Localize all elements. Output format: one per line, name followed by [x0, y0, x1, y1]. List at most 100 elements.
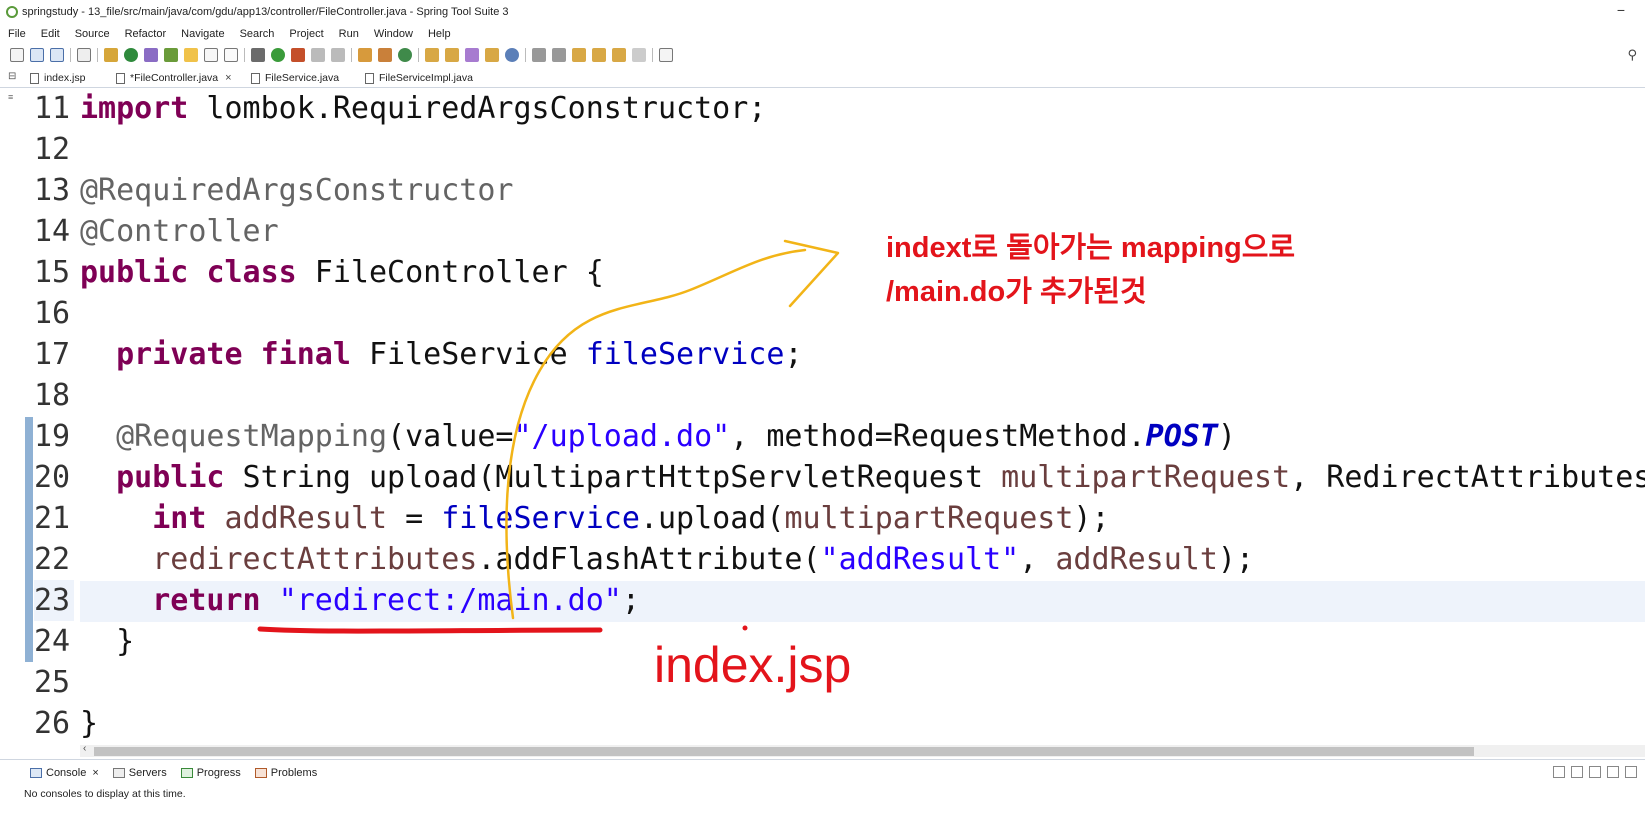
print-icon[interactable]	[77, 48, 91, 62]
refresh-icon[interactable]	[164, 48, 178, 62]
open-folder-icon[interactable]	[425, 48, 439, 62]
tab-fileservice-java[interactable]: FileService.java	[251, 69, 339, 87]
web-browser-icon[interactable]	[505, 48, 519, 62]
line-number: 17	[34, 337, 71, 372]
new-java-project-icon[interactable]	[358, 48, 372, 62]
next-annotation-icon[interactable]	[532, 48, 546, 62]
menu-refactor[interactable]: Refactor	[125, 28, 167, 40]
code-line[interactable]	[80, 293, 1645, 334]
tab-console[interactable]: Console ×	[30, 767, 99, 779]
debug-icon[interactable]	[251, 48, 265, 62]
code-line[interactable]: public class FileController {	[80, 252, 1645, 293]
code-token: addResult	[224, 501, 388, 536]
menu-navigate[interactable]: Navigate	[181, 28, 224, 40]
save-all-icon[interactable]	[50, 48, 64, 62]
toggle-block-selection-icon[interactable]	[204, 48, 218, 62]
menu-source[interactable]: Source	[75, 28, 110, 40]
display-console-icon[interactable]	[1571, 766, 1583, 778]
scrollbar-thumb[interactable]	[94, 747, 1474, 756]
run-icon[interactable]	[271, 48, 285, 62]
close-icon[interactable]: ×	[92, 767, 98, 779]
code-area[interactable]: import lombok.RequiredArgsConstructor; @…	[80, 88, 1645, 743]
scroll-left-icon[interactable]: ‹	[83, 743, 86, 754]
line-number: 18	[34, 378, 71, 413]
stop-icon[interactable]	[311, 48, 325, 62]
task-icon[interactable]	[485, 48, 499, 62]
forward-icon[interactable]	[632, 48, 646, 62]
open-resource-icon[interactable]	[445, 48, 459, 62]
menu-run[interactable]: Run	[339, 28, 359, 40]
tab-progress[interactable]: Progress	[180, 767, 241, 779]
code-line[interactable]: }	[80, 621, 1645, 662]
search-icon[interactable]: ⚲	[1627, 47, 1637, 63]
code-line[interactable]: redirectAttributes.addFlashAttribute("ad…	[80, 539, 1645, 580]
code-editor[interactable]: ≡ 11 12 13 14 15 16 17 18 19 20 21 22 23…	[0, 88, 1645, 743]
code-line[interactable]: }	[80, 703, 1645, 743]
maximize-panel-icon[interactable]	[1625, 766, 1637, 778]
code-token: return	[152, 583, 261, 618]
code-line[interactable]	[80, 375, 1645, 416]
open-console-icon[interactable]	[1553, 766, 1565, 778]
line-number: 19	[34, 419, 71, 454]
back-icon[interactable]	[592, 48, 606, 62]
back-history-icon[interactable]	[612, 48, 626, 62]
code-line[interactable]	[80, 129, 1645, 170]
tab-filecontroller-java[interactable]: *FileController.java ×	[116, 69, 232, 87]
minimize-panel-icon[interactable]	[1607, 766, 1619, 778]
bottom-panel: Console × Servers Progress Problems No c…	[0, 759, 1645, 825]
file-icon	[30, 72, 39, 84]
tab-label: Servers	[128, 767, 167, 779]
code-line[interactable]: private final FileService fileService;	[80, 334, 1645, 375]
new-package-icon[interactable]	[378, 48, 392, 62]
deploy-icon[interactable]	[331, 48, 345, 62]
code-token: .addFlashAttribute(	[477, 542, 821, 577]
code-line[interactable]: public String upload(MultipartHttpServle…	[80, 457, 1645, 498]
code-line[interactable]: @RequestMapping(value="/upload.do", meth…	[80, 416, 1645, 457]
search-tool-icon[interactable]	[465, 48, 479, 62]
menu-window[interactable]: Window	[374, 28, 413, 40]
new-console-icon[interactable]	[1589, 766, 1601, 778]
code-token: fileService	[441, 501, 640, 536]
tab-servers[interactable]: Servers	[112, 767, 167, 779]
toggle-breakpoint-icon[interactable]	[104, 48, 118, 62]
minimize-icon[interactable]: −	[1617, 2, 1625, 18]
open-type-icon[interactable]	[144, 48, 158, 62]
code-line[interactable]	[80, 662, 1645, 703]
show-whitespace-icon[interactable]	[224, 48, 238, 62]
spring-boot-icon[interactable]	[124, 48, 138, 62]
menu-help[interactable]: Help	[428, 28, 451, 40]
code-line[interactable]: @Controller	[80, 211, 1645, 252]
code-line[interactable]: @RequiredArgsConstructor	[80, 170, 1645, 211]
new-icon[interactable]	[10, 48, 24, 62]
pin-editor-icon[interactable]	[659, 48, 673, 62]
external-tools-icon[interactable]	[291, 48, 305, 62]
menu-file[interactable]: File	[8, 28, 26, 40]
save-icon[interactable]	[30, 48, 44, 62]
code-line[interactable]: import lombok.RequiredArgsConstructor;	[80, 88, 1645, 129]
tab-fileserviceimpl-java[interactable]: FileServiceImpl.java	[365, 69, 473, 87]
code-token: )	[1217, 419, 1236, 454]
code-token: ;	[621, 583, 640, 618]
line-number: 26	[34, 706, 71, 741]
file-icon	[365, 72, 374, 84]
problems-icon	[254, 768, 267, 778]
previous-annotation-icon[interactable]	[552, 48, 566, 62]
menu-search[interactable]: Search	[240, 28, 275, 40]
console-message: No consoles to display at this time.	[24, 788, 186, 800]
tab-index-jsp[interactable]: index.jsp	[30, 69, 85, 87]
code-line[interactable]: return "redirect:/main.do";	[80, 580, 1645, 621]
menu-project[interactable]: Project	[289, 28, 323, 40]
code-token: addResult	[1055, 542, 1218, 577]
editor-menu-icon[interactable]: ⊟	[8, 71, 16, 82]
new-class-icon[interactable]	[398, 48, 412, 62]
last-edit-location-icon[interactable]	[572, 48, 586, 62]
close-icon[interactable]: ×	[225, 72, 231, 84]
mark-occurrences-icon[interactable]	[184, 48, 198, 62]
horizontal-scrollbar[interactable]: ‹	[80, 743, 1645, 757]
menu-edit[interactable]: Edit	[41, 28, 60, 40]
code-line[interactable]: int addResult = fileService.upload(multi…	[80, 498, 1645, 539]
tab-problems[interactable]: Problems	[254, 767, 317, 779]
